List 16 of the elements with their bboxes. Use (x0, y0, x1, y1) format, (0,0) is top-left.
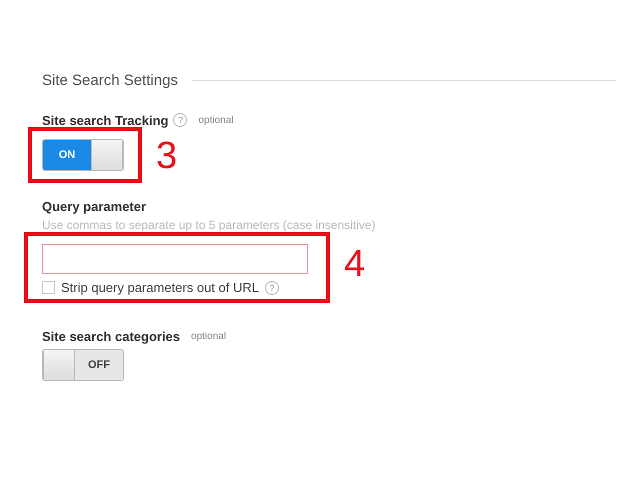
toggle-switch[interactable]: OFF (42, 349, 124, 381)
field-label: Query parameter (42, 198, 146, 214)
help-icon[interactable]: ? (264, 280, 279, 294)
step-number: 3 (156, 134, 178, 178)
hint-text: Use commas to separate up to 5 parameters (case insensitive) (42, 218, 376, 232)
step-number: 4 (344, 243, 366, 286)
help-icon[interactable]: ? (173, 113, 188, 127)
field-label: Site search categories (42, 328, 180, 344)
optional-label: optional (198, 114, 234, 126)
input-field[interactable] (42, 244, 308, 274)
optional-label: optional (191, 330, 226, 342)
section-title: Site Search Settings (42, 72, 178, 89)
checkbox[interactable] (42, 281, 55, 294)
checkbox-label: Strip query parameters out of URL (61, 280, 259, 295)
field-label: Site search Tracking (42, 112, 168, 128)
toggle-switch[interactable]: ON (42, 139, 124, 171)
